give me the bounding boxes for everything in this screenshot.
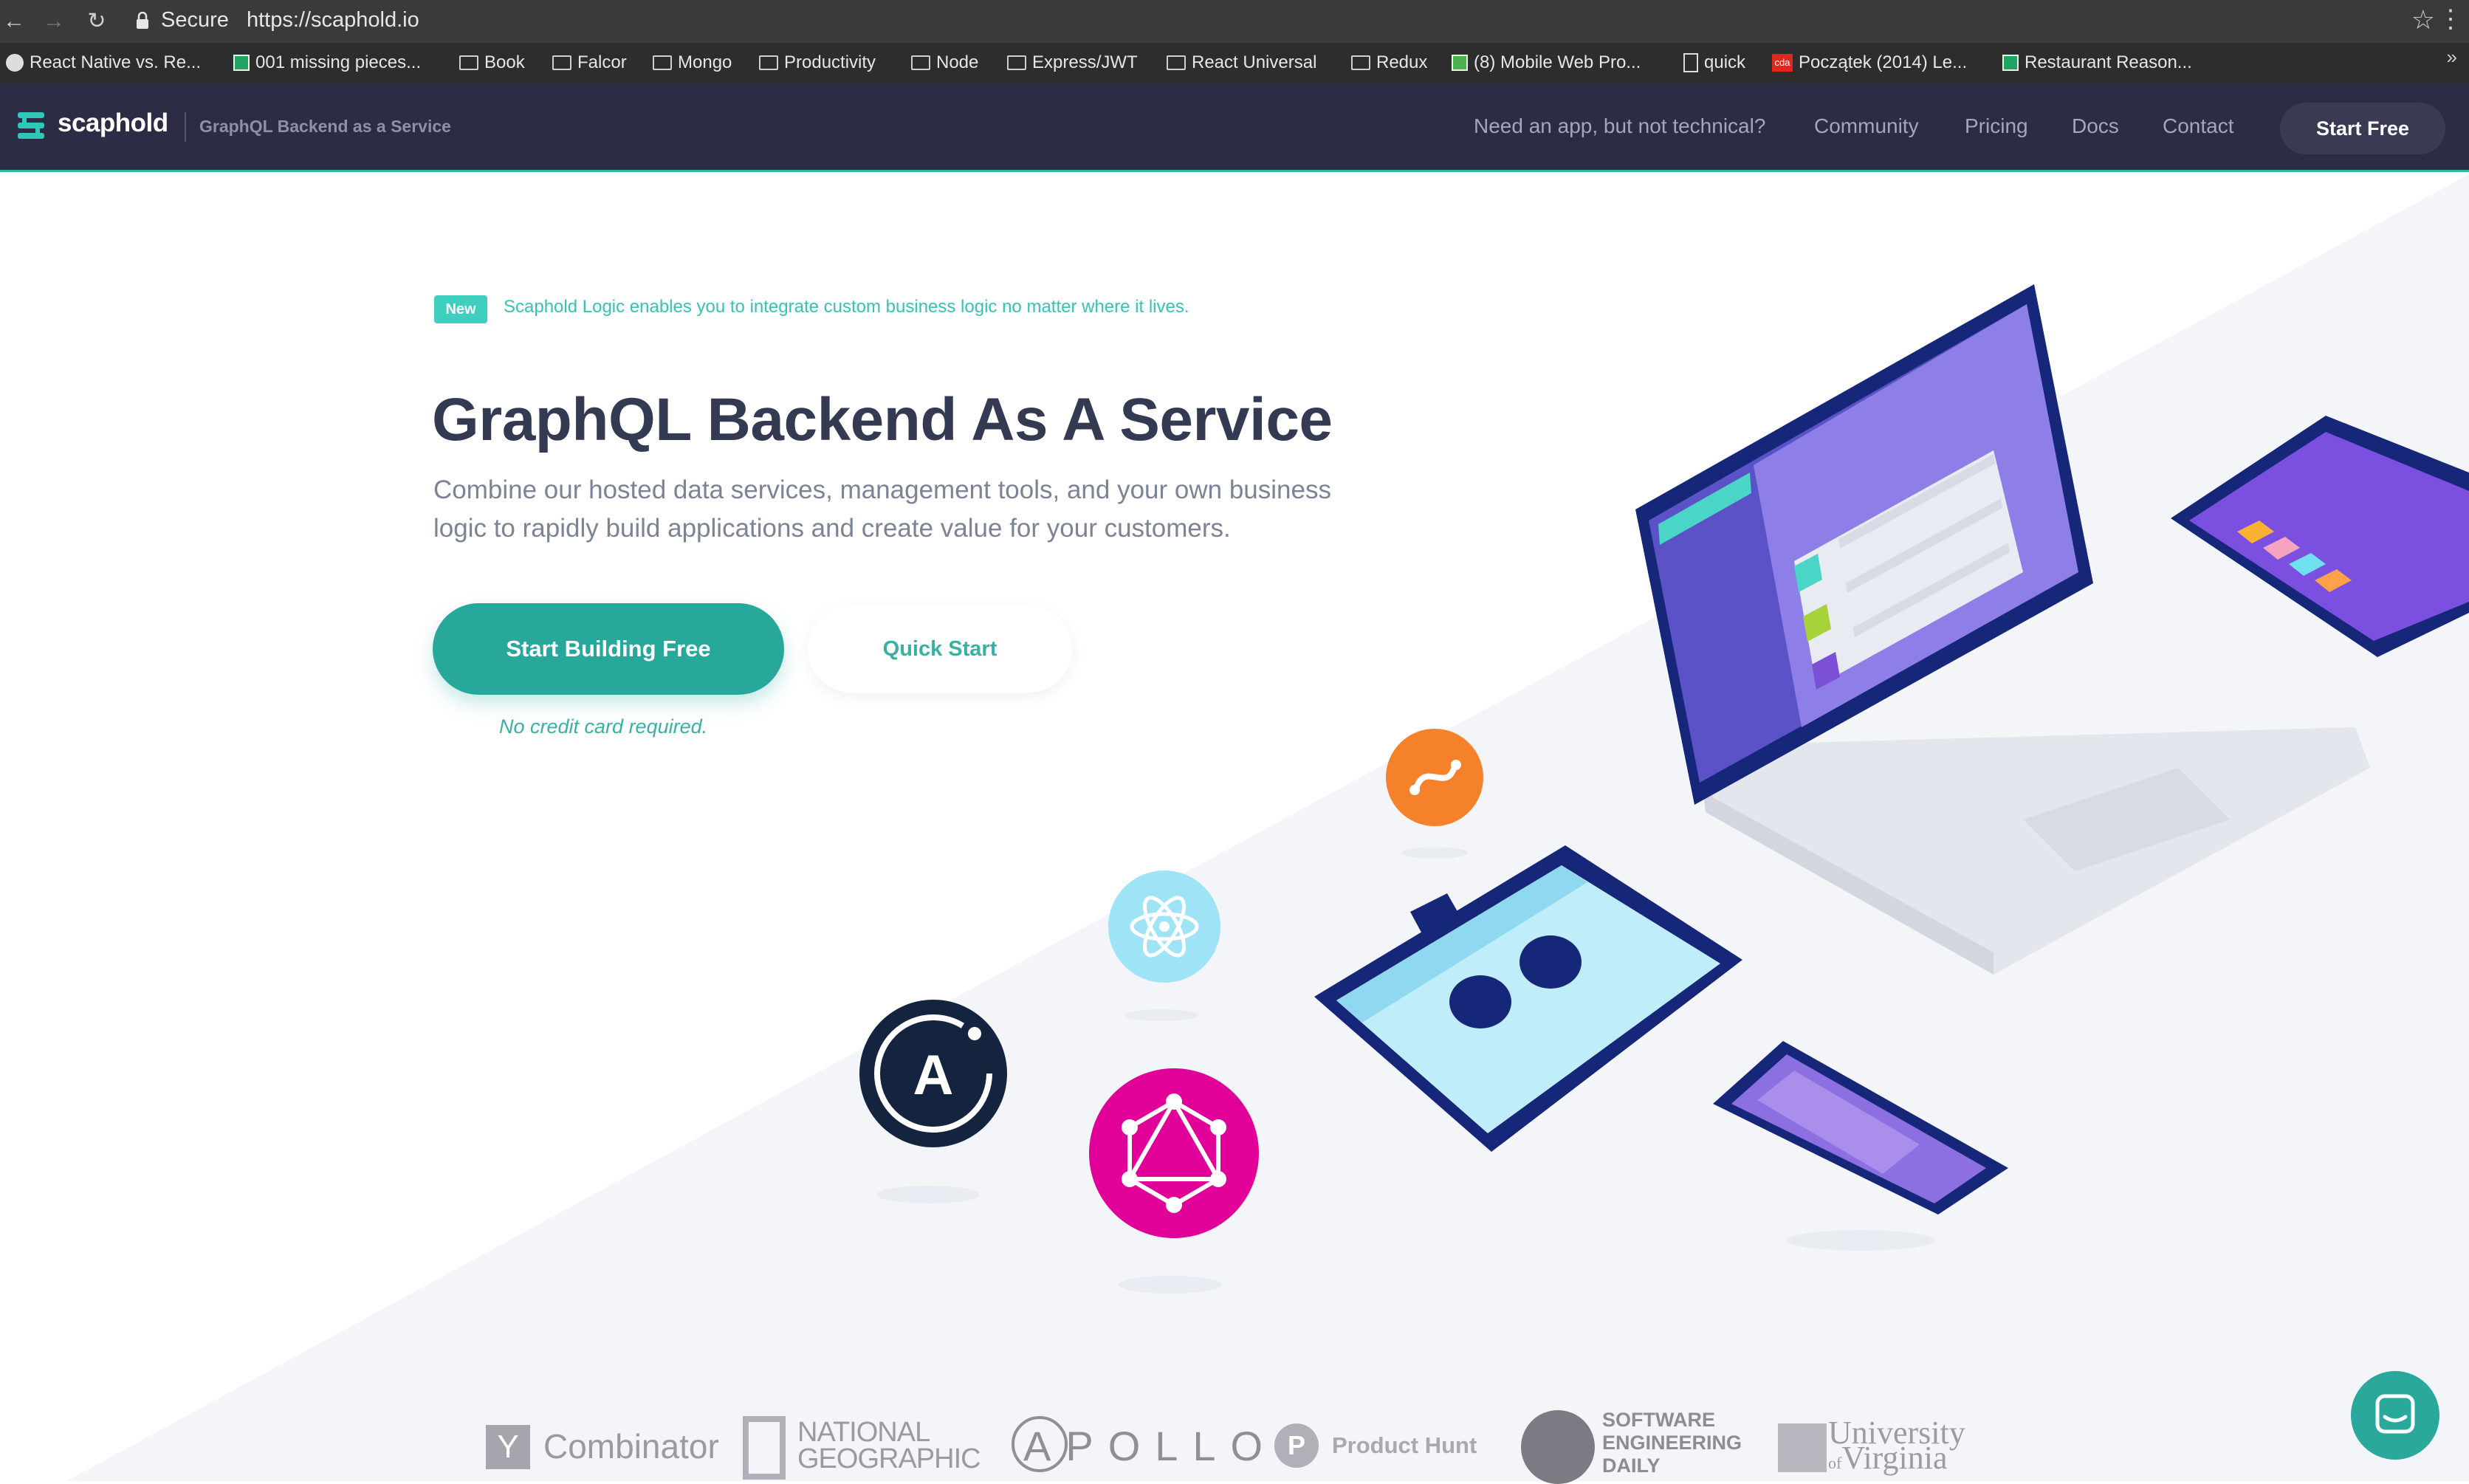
- bookmark-star-icon[interactable]: ☆: [2411, 4, 2435, 35]
- github-icon: [6, 54, 24, 72]
- chat-icon: [2375, 1394, 2415, 1434]
- uva-rotunda-icon: [1778, 1423, 1827, 1472]
- folder-icon: [552, 55, 571, 70]
- hero-headline: GraphQL Backend As A Service: [432, 386, 1333, 453]
- chat-launcher-button[interactable]: [2351, 1371, 2439, 1460]
- bookmark-item[interactable]: Restaurant Reason...: [2002, 52, 2192, 74]
- producthunt-logo-icon: P: [1274, 1423, 1319, 1468]
- bookmark-item[interactable]: Express/JWT: [1007, 52, 1138, 74]
- lock-icon: [137, 12, 148, 29]
- site-icon: [1452, 55, 1468, 71]
- start-building-free-button[interactable]: Start Building Free: [433, 603, 784, 695]
- nav-pricing[interactable]: Pricing: [1965, 114, 2028, 138]
- secure-label: Secure: [161, 8, 229, 32]
- bookmark-item[interactable]: cda Początek (2014) Le...: [1772, 52, 1967, 74]
- no-credit-card-note: No credit card required.: [499, 715, 708, 738]
- natgeo-logo: NATIONAL GEOGRAPHIC: [797, 1417, 981, 1474]
- bookmark-item[interactable]: (8) Mobile Web Pro...: [1452, 52, 1641, 74]
- nav-community[interactable]: Community: [1814, 114, 1919, 138]
- bookmark-item[interactable]: Redux: [1351, 52, 1427, 74]
- bookmark-item[interactable]: Productivity: [759, 52, 876, 74]
- hero-illustration: A: [66, 174, 2469, 1481]
- quick-start-button[interactable]: Quick Start: [808, 605, 1072, 693]
- back-icon[interactable]: ←: [0, 7, 28, 35]
- apollo-logo: APOLLO: [1023, 1423, 1278, 1469]
- nav-docs[interactable]: Docs: [2072, 114, 2119, 138]
- natgeo-frame-icon: [743, 1416, 786, 1480]
- doc-icon: [1683, 53, 1698, 72]
- folder-icon: [1351, 55, 1370, 70]
- svg-text:A: A: [913, 1044, 954, 1107]
- bookmark-item[interactable]: Book: [459, 52, 525, 74]
- bookmark-item[interactable]: React Universal: [1167, 52, 1316, 74]
- bookmark-item[interactable]: 001 missing pieces...: [233, 52, 421, 74]
- sheet-icon: [2002, 55, 2019, 71]
- ycombinator-logo: Combinator: [543, 1427, 719, 1466]
- cda-icon: cda: [1772, 54, 1793, 72]
- folder-icon: [653, 55, 672, 70]
- folder-icon: [911, 55, 930, 70]
- hero-section: A: [0, 174, 2469, 1481]
- nav-not-technical[interactable]: Need an app, but not technical?: [1474, 114, 1765, 138]
- bookmarks-overflow-icon[interactable]: »: [2447, 46, 2457, 69]
- browser-menu-icon[interactable]: ⋮: [2438, 4, 2463, 34]
- logo-wordmark[interactable]: scaphold: [58, 109, 168, 138]
- nav-contact[interactable]: Contact: [2163, 114, 2234, 138]
- ycombinator-logo-icon: Y: [486, 1425, 530, 1469]
- folder-icon: [759, 55, 778, 70]
- bookmark-item[interactable]: Mongo: [653, 52, 732, 74]
- new-badge: New: [434, 295, 487, 323]
- bookmark-item[interactable]: Node: [911, 52, 978, 74]
- uva-logo: University ofVirginia: [1828, 1415, 1965, 1476]
- scaphold-logo-icon[interactable]: [18, 111, 44, 140]
- sed-logo-icon: [1521, 1410, 1595, 1484]
- reload-icon[interactable]: ↻: [83, 7, 111, 35]
- bookmarks-bar: React Native vs. Re... 001 missing piece…: [0, 43, 2469, 83]
- browser-chrome: ← → ↻ Secure https://scaphold.io ☆ ⋮ Rea…: [0, 0, 2469, 83]
- sheet-icon: [233, 55, 250, 71]
- folder-icon: [1007, 55, 1026, 70]
- bookmark-item[interactable]: React Native vs. Re...: [6, 52, 201, 74]
- address-bar: ← → ↻ Secure https://scaphold.io ☆ ⋮: [0, 0, 2469, 43]
- folder-icon: [459, 55, 478, 70]
- logo-divider: [185, 112, 186, 142]
- bookmark-item[interactable]: quick: [1683, 52, 1745, 74]
- sed-logo: SOFTWARE ENGINEERING DAILY: [1602, 1409, 1742, 1477]
- producthunt-logo: Product Hunt: [1332, 1432, 1477, 1458]
- header-tagline: GraphQL Backend as a Service: [199, 117, 451, 136]
- forward-icon[interactable]: →: [40, 7, 68, 35]
- url-field[interactable]: https://scaphold.io: [247, 8, 419, 32]
- start-free-button[interactable]: Start Free: [2280, 103, 2445, 154]
- hero-subheadline: Combine our hosted data services, manage…: [433, 475, 1331, 543]
- bookmark-item[interactable]: Falcor: [552, 52, 627, 74]
- announcement-link[interactable]: Scaphold Logic enables you to integrate …: [504, 297, 1189, 317]
- folder-icon: [1167, 55, 1186, 70]
